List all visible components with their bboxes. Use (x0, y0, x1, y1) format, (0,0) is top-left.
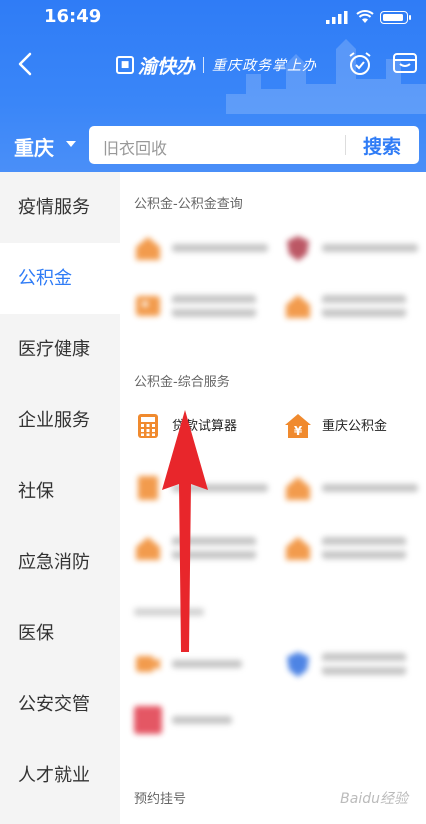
blurred-service[interactable] (284, 534, 406, 562)
category-sidebar: 疫情服务 公积金 医疗健康 企业服务 社保 应急消防 医保 公安交管 人才就业 (0, 172, 120, 824)
chongqing-fund-label: 重庆公积金 (322, 418, 388, 434)
brand-logo-icon: ■ (116, 56, 134, 74)
battery-icon (380, 11, 411, 24)
id-card-icon (136, 296, 160, 316)
document-icon (138, 476, 158, 500)
calculator-icon (138, 414, 158, 438)
house-icon (286, 537, 310, 560)
brand: ■ 渝快办 重庆政务掌上办 (116, 52, 317, 78)
yuan-house-icon: ¥ (285, 414, 311, 438)
alarm-clock-icon[interactable] (346, 50, 374, 78)
sidebar-item-traffic-police[interactable]: 公安交管 (0, 669, 120, 740)
house-icon (286, 295, 310, 318)
sidebar-item-medical-insurance[interactable]: 医保 (0, 598, 120, 669)
app-icon (134, 706, 162, 734)
search-divider (345, 135, 346, 155)
blurred-service[interactable] (134, 292, 256, 320)
status-time: 16:49 (44, 6, 102, 27)
sidebar-item-emergency[interactable]: 应急消防 (0, 527, 120, 598)
app-header: 16:49 ■ 渝快办 重庆政务掌上办 重庆 旧衣回收 搜索 (0, 0, 426, 172)
blurred-service[interactable] (284, 234, 418, 262)
sidebar-item-health[interactable]: 医疗健康 (0, 314, 120, 385)
status-bar: 16:49 (0, 0, 426, 34)
search-button[interactable]: 搜索 (363, 132, 401, 159)
shield-icon (287, 236, 309, 261)
section-title-fund-services: 公积金-综合服务 (134, 375, 230, 390)
wallet-icon[interactable] (392, 50, 418, 76)
search-box[interactable]: 旧衣回收 搜索 (89, 126, 419, 164)
red-arrow-annotation (162, 410, 208, 652)
back-icon[interactable] (14, 50, 38, 78)
brand-divider (203, 57, 205, 73)
svg-text:¥: ¥ (294, 424, 303, 438)
sidebar-item-housing-fund[interactable]: 公积金 (0, 243, 120, 314)
blurred-service[interactable] (284, 650, 406, 678)
blurred-service[interactable] (134, 234, 268, 262)
wifi-icon (356, 10, 374, 23)
house-icon (286, 477, 310, 500)
brand-slogan: 重庆政务掌上办 (212, 58, 318, 74)
sidebar-item-talent-employment[interactable]: 人才就业 (0, 740, 120, 811)
signal-icon (326, 11, 348, 24)
section-title-appointment: 预约挂号 (134, 792, 187, 807)
shield-icon (287, 652, 309, 677)
sidebar-item-social-security[interactable]: 社保 (0, 456, 120, 527)
chongqing-fund-service[interactable]: ¥ 重庆公积金 (284, 412, 387, 440)
house-icon (136, 537, 160, 560)
video-icon (136, 656, 160, 672)
blurred-service[interactable] (284, 474, 418, 502)
sidebar-item-epidemic[interactable]: 疫情服务 (0, 172, 120, 243)
brand-name: 渝快办 (138, 55, 196, 78)
blurred-service[interactable] (134, 706, 232, 734)
sidebar-item-enterprise[interactable]: 企业服务 (0, 385, 120, 456)
search-input[interactable]: 旧衣回收 (103, 135, 167, 159)
chevron-down-icon[interactable] (66, 141, 76, 147)
section-title-fund-query: 公积金-公积金查询 (134, 197, 243, 212)
house-icon (136, 237, 160, 260)
city-selector[interactable]: 重庆 (14, 132, 54, 161)
watermark: Baidu经验 (340, 791, 408, 807)
blurred-service[interactable] (284, 292, 406, 320)
